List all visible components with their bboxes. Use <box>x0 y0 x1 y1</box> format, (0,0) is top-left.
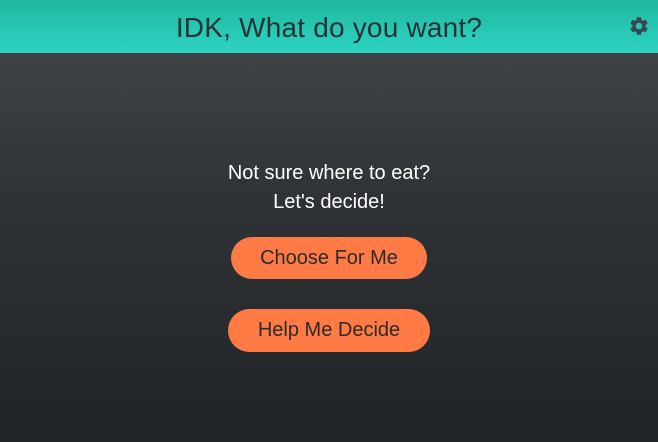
choose-for-me-button[interactable]: Choose For Me <box>231 237 427 279</box>
prompt-line-2: Let's decide! <box>273 191 385 213</box>
prompt-line-1: Not sure where to eat? <box>227 162 431 184</box>
gear-icon-graphic <box>630 17 648 35</box>
gear-icon[interactable] <box>628 15 650 37</box>
help-me-decide-button[interactable]: Help Me Decide <box>228 309 430 352</box>
page-title: IDK, What do you want? <box>175 11 483 43</box>
main-content: Not sure where to eat? Let's decide! Cho… <box>0 53 658 442</box>
prompt-text: Not sure where to eat? Let's decide! <box>0 159 658 217</box>
app-window: IDK, What do you want? Not sure where to… <box>0 0 658 442</box>
app-header: IDK, What do you want? <box>0 0 658 53</box>
